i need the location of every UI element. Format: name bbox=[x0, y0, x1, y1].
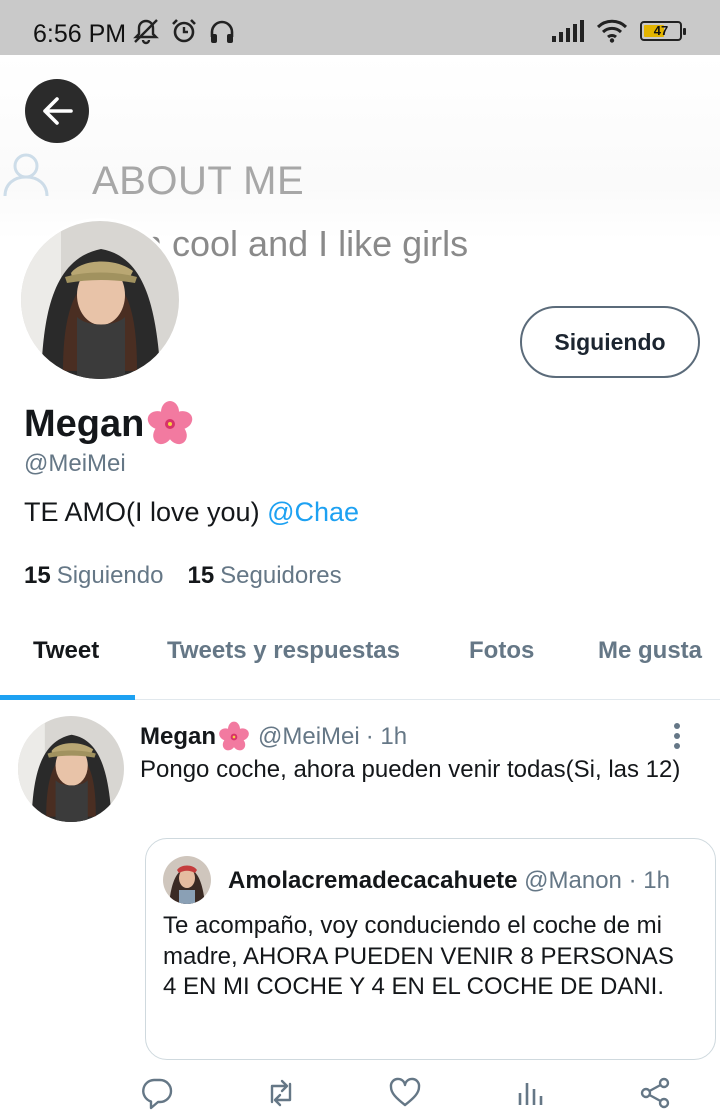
status-time: 6:56 PM bbox=[33, 20, 127, 48]
reply-icon[interactable] bbox=[140, 1076, 174, 1110]
tweet-time: · 1h bbox=[365, 723, 408, 750]
alarm-icon bbox=[172, 19, 196, 43]
like-icon[interactable] bbox=[388, 1076, 422, 1110]
arrow-left-icon bbox=[43, 97, 73, 125]
more-options-icon[interactable] bbox=[665, 720, 689, 752]
quoted-tweet[interactable]: Amolacremadecacahuete @Manon · 1h Te aco… bbox=[145, 838, 716, 1060]
profile-banner: ABOUT ME I am cool and I like girls bbox=[0, 55, 720, 264]
following-button[interactable]: Siguiendo bbox=[520, 306, 700, 378]
followers-count: 15 bbox=[187, 562, 215, 589]
quoted-author-name: Amolacremadecacahuete bbox=[228, 867, 518, 894]
quoted-tweet-text: Te acompaño, voy conduciendo el coche de… bbox=[163, 912, 674, 1000]
status-bar: 6:56 PM 47 bbox=[0, 0, 720, 55]
signal-icon bbox=[552, 20, 584, 42]
analytics-icon[interactable] bbox=[514, 1076, 548, 1110]
bio-mention-link[interactable]: @Chae bbox=[267, 497, 359, 527]
wifi-icon bbox=[596, 19, 628, 43]
profile-tabs: Tweet Tweets y respuestas Fotos Me gusta bbox=[0, 620, 720, 700]
profile-name: Megan bbox=[24, 400, 194, 448]
headphones-icon bbox=[210, 20, 234, 43]
following-label: Siguiendo bbox=[56, 562, 164, 589]
tweet-actions bbox=[0, 1070, 720, 1116]
banner-heading: ABOUT ME bbox=[92, 159, 305, 203]
tweet-avatar[interactable] bbox=[18, 716, 124, 822]
quoted-tweet-header: Amolacremadecacahuete @Manon · 1h bbox=[228, 867, 670, 895]
tweet-author-handle[interactable]: @MeiMei bbox=[258, 723, 360, 751]
mute-icon bbox=[133, 19, 159, 45]
tab-likes[interactable]: Me gusta bbox=[598, 637, 702, 665]
hibiscus-emoji-icon bbox=[148, 401, 193, 445]
tab-photos[interactable]: Fotos bbox=[469, 637, 534, 665]
followers-label: Seguidores bbox=[220, 562, 342, 589]
following-stat[interactable]: 15 Siguiendo bbox=[24, 562, 163, 590]
profile-stats: 15 Siguiendo 15 Seguidores bbox=[24, 562, 342, 590]
tab-tweets-replies[interactable]: Tweets y respuestas bbox=[167, 637, 400, 665]
bio-text: TE AMO(I love you) bbox=[24, 497, 260, 527]
active-tab-indicator bbox=[0, 695, 135, 700]
battery-icon: 47 bbox=[640, 21, 686, 41]
quoted-tweet-time: · 1h bbox=[628, 867, 670, 894]
back-button[interactable] bbox=[25, 79, 89, 143]
tweet-text: Pongo coche, ahora pueden venir todas(Si… bbox=[140, 756, 681, 783]
tweet-author-name[interactable]: Megan bbox=[140, 723, 216, 751]
hibiscus-emoji-icon bbox=[219, 721, 249, 751]
following-count: 15 bbox=[24, 562, 51, 589]
profile-bio: TE AMO(I love you) @Chae bbox=[24, 497, 359, 528]
followers-stat[interactable]: 15 Seguidores bbox=[187, 562, 341, 590]
tab-tweet[interactable]: Tweet bbox=[33, 637, 99, 665]
battery-level: 47 bbox=[653, 23, 669, 38]
profile-name-text: Megan bbox=[24, 402, 145, 445]
tweet-header: Megan @MeiMei · 1h bbox=[140, 721, 407, 753]
profile-avatar[interactable] bbox=[18, 218, 182, 382]
person-outline-icon bbox=[3, 153, 49, 197]
share-icon[interactable] bbox=[638, 1076, 672, 1110]
quoted-tweet-avatar bbox=[163, 856, 211, 904]
profile-handle: @MeiMei bbox=[24, 450, 126, 477]
quoted-author-handle: @Manon bbox=[524, 867, 622, 894]
retweet-icon[interactable] bbox=[264, 1076, 298, 1110]
